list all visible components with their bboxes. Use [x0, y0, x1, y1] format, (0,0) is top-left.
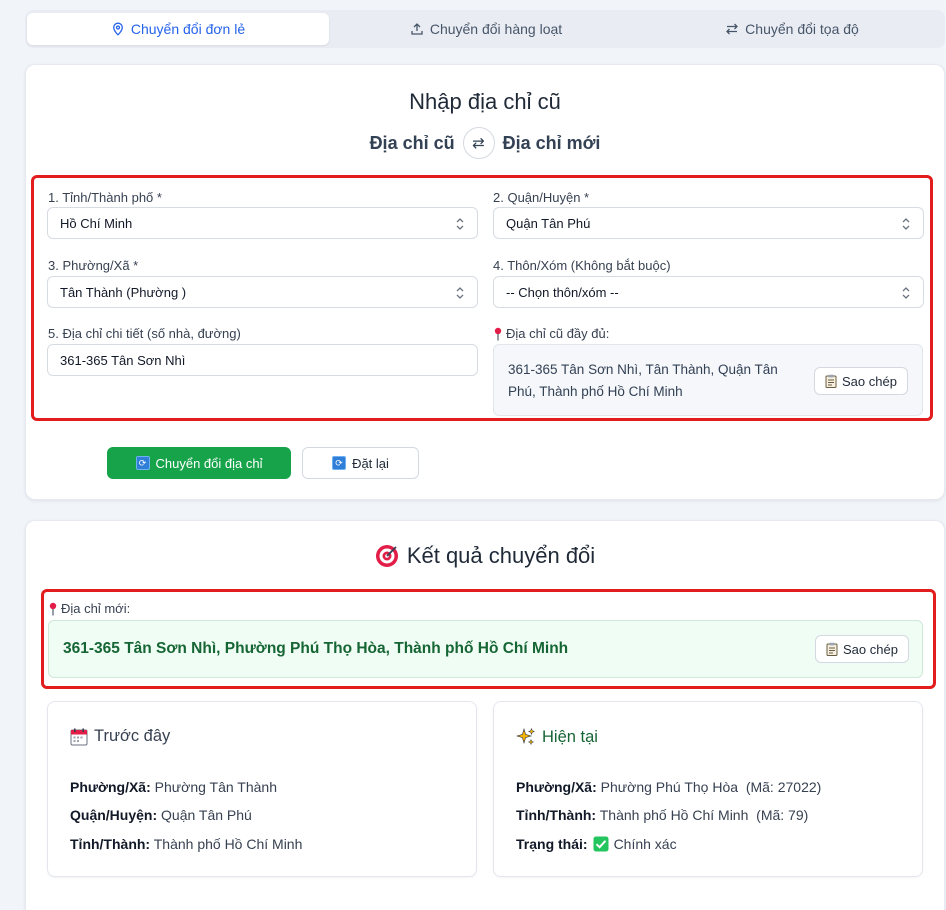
- check-mark-icon: [593, 836, 609, 852]
- province-key: Tỉnh/Thành:: [70, 836, 151, 852]
- copy-new-address-button[interactable]: Sao chép: [815, 635, 909, 663]
- target-icon: [375, 545, 398, 567]
- full-old-address-label: Địa chỉ cũ đầy đủ:: [493, 326, 609, 341]
- status-value: Chính xác: [613, 836, 677, 852]
- reset-label: Đặt lại: [352, 455, 389, 471]
- current-status-line: Trạng thái: Chính xác: [516, 836, 677, 852]
- detail-value: 361-365 Tân Sơn Nhì: [60, 352, 186, 368]
- sparkles-icon: [516, 727, 536, 746]
- new-address-value: 361-365 Tân Sơn Nhì, Phường Phú Thọ Hòa,…: [63, 640, 569, 657]
- ward-select[interactable]: Tân Thành (Phường ): [47, 276, 478, 308]
- hamlet-select[interactable]: -- Chọn thôn/xóm --: [493, 276, 924, 308]
- chevron-updown-icon: [902, 218, 910, 230]
- province-label: 1. Tỉnh/Thành phố *: [48, 190, 162, 205]
- refresh-icon: ⟳: [135, 456, 150, 470]
- tab-label: Chuyển đổi đơn lẻ: [130, 21, 246, 37]
- district-value: Quận Tân Phú: [506, 215, 591, 231]
- convert-address-button[interactable]: ⟳ Chuyển đổi địa chỉ: [107, 447, 291, 479]
- new-address-label: Địa chỉ mới:: [48, 601, 130, 616]
- calendar-icon: [70, 728, 88, 745]
- current-title-text: Hiện tại: [542, 727, 598, 746]
- copy-label: Sao chép: [843, 641, 898, 657]
- province-value: Hồ Chí Minh: [60, 215, 133, 231]
- full-old-address-box: 361-365 Tân Sơn Nhì, Tân Thành, Quận Tân…: [493, 344, 923, 416]
- tab-label: Chuyển đổi tọa độ: [745, 21, 859, 37]
- province-select[interactable]: Hồ Chí Minh: [47, 207, 478, 239]
- tab-coordinate-convert[interactable]: Chuyển đổi tọa độ: [641, 13, 943, 45]
- ward-value: Tân Thành (Phường ): [60, 284, 187, 300]
- swap-icon: ⇄: [472, 135, 485, 152]
- tab-batch-convert[interactable]: Chuyển đổi hàng loạt: [335, 13, 637, 45]
- detail-address-input[interactable]: 361-365 Tân Sơn Nhì: [47, 344, 478, 376]
- reset-button[interactable]: ⟳ Đặt lại: [302, 447, 419, 479]
- refresh-icon: ⟳: [332, 456, 347, 470]
- full-old-address-label-text: Địa chỉ cũ đầy đủ:: [506, 326, 610, 341]
- tab-single-convert[interactable]: Chuyển đổi đơn lẻ: [27, 13, 329, 45]
- new-address-box: 361-365 Tân Sơn Nhì, Phường Phú Thọ Hòa,…: [48, 620, 923, 678]
- full-old-address-value: 361-365 Tân Sơn Nhì, Tân Thành, Quận Tân…: [508, 362, 778, 399]
- convert-label: Chuyển đổi địa chỉ: [155, 455, 263, 471]
- current-title: Hiện tại: [516, 727, 598, 747]
- ward-value: Phường Tân Thành: [154, 779, 277, 795]
- page-title: Nhập địa chỉ cũ: [409, 89, 561, 114]
- before-title: Trước đây: [70, 727, 170, 746]
- hamlet-value: -- Chọn thôn/xóm --: [506, 284, 619, 300]
- district-key: Quận/Huyện:: [70, 807, 158, 823]
- ward-label: 3. Phường/Xã *: [48, 258, 139, 273]
- province-key: Tỉnh/Thành:: [516, 807, 597, 823]
- clipboard-icon: [826, 642, 838, 656]
- chevron-updown-icon: [902, 287, 910, 299]
- ward-value: Phường Phú Thọ Hòa (Mã: 27022): [600, 779, 822, 795]
- hamlet-label: 4. Thôn/Xóm (Không bắt buộc): [493, 258, 671, 273]
- before-ward-line: Phường/Xã: Phường Tân Thành: [70, 779, 277, 795]
- pushpin-icon: [494, 327, 502, 340]
- result-card: Kết quả chuyển đổi Địa chỉ mới: 361-365 …: [25, 520, 945, 910]
- tab-label: Chuyển đổi hàng loạt: [429, 21, 563, 37]
- swap-arrows-icon: [726, 23, 739, 35]
- ward-key: Phường/Xã:: [70, 779, 151, 795]
- before-province-line: Tỉnh/Thành: Thành phố Hồ Chí Minh: [70, 836, 302, 852]
- clipboard-icon: [825, 374, 837, 388]
- before-card: Trước đây Phường/Xã: Phường Tân Thành Qu…: [47, 701, 477, 877]
- swap-left-label: Địa chỉ cũ: [369, 132, 455, 153]
- map-pin-icon: [112, 22, 123, 36]
- copy-old-address-button[interactable]: Sao chép: [814, 367, 908, 395]
- ward-key: Phường/Xã:: [516, 779, 597, 795]
- pushpin-icon: [49, 602, 57, 615]
- swap-right-label: Địa chỉ mới: [502, 132, 601, 153]
- detail-label: 5. Địa chỉ chi tiết (số nhà, đường): [48, 326, 241, 341]
- input-card: Nhập địa chỉ cũ Địa chỉ cũ ⇄ Địa chỉ mới…: [25, 64, 945, 500]
- district-select[interactable]: Quận Tân Phú: [493, 207, 924, 239]
- result-title-text: Kết quả chuyển đổi: [406, 543, 596, 568]
- district-label: 2. Quận/Huyện *: [493, 190, 590, 205]
- province-value: Thành phố Hồ Chí Minh: [153, 836, 303, 852]
- swap-row: Địa chỉ cũ ⇄ Địa chỉ mới: [26, 127, 944, 159]
- mode-tabs: Chuyển đổi đơn lẻ Chuyển đổi hàng loạt C…: [25, 10, 945, 48]
- before-district-line: Quận/Huyện: Quận Tân Phú: [70, 807, 252, 823]
- copy-label: Sao chép: [842, 373, 897, 389]
- upload-icon: [411, 23, 423, 35]
- current-card: Hiện tại Phường/Xã: Phường Phú Thọ Hòa (…: [493, 701, 923, 877]
- swap-direction-button[interactable]: ⇄: [462, 127, 495, 159]
- current-ward-line: Phường/Xã: Phường Phú Thọ Hòa (Mã: 27022…: [516, 779, 821, 795]
- new-address-label-text: Địa chỉ mới:: [61, 601, 131, 616]
- result-title: Kết quả chuyển đổi: [26, 543, 944, 569]
- district-value: Quận Tân Phú: [161, 807, 252, 823]
- chevron-updown-icon: [456, 218, 464, 230]
- province-value: Thành phố Hồ Chí Minh (Mã: 79): [599, 807, 809, 823]
- before-title-text: Trước đây: [94, 727, 171, 745]
- status-key: Trạng thái:: [516, 836, 588, 852]
- chevron-updown-icon: [456, 287, 464, 299]
- current-province-line: Tỉnh/Thành: Thành phố Hồ Chí Minh (Mã: 7…: [516, 807, 808, 823]
